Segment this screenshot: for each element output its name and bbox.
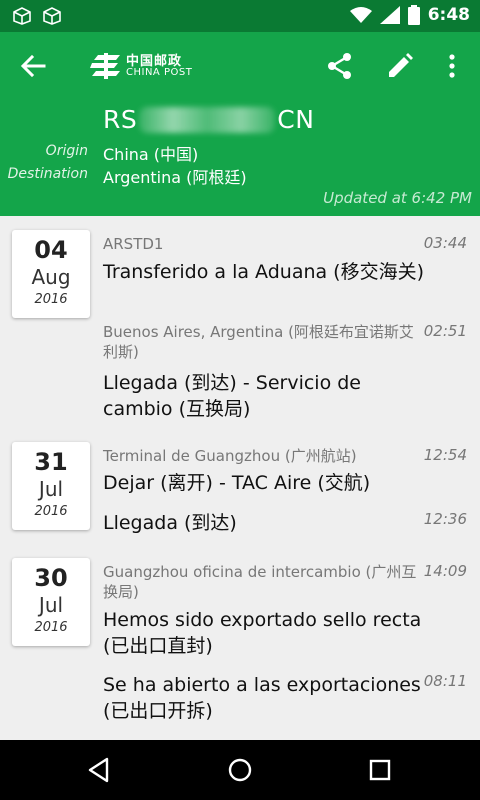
- tracking-event[interactable]: Buenos Aires, Argentina (阿根廷布宜诺斯艾利斯) Lle…: [103, 322, 473, 422]
- event-description: Llegada (到达): [103, 512, 237, 534]
- updated-timestamp: Updated at 6:42 PM: [323, 189, 472, 207]
- date-year: 2016: [34, 504, 68, 519]
- edit-pencil-icon[interactable]: [386, 52, 414, 80]
- event-time: 03:44: [423, 234, 467, 252]
- event-time: 12:54: [423, 446, 467, 464]
- event-description: Hemos sido exportado sello recta (已出口直封): [103, 609, 422, 657]
- event-description: Llegada (到达) - Servicio de cambio (互换局): [103, 372, 361, 420]
- date-day: 30: [34, 564, 68, 592]
- event-description: Dejar (离开) - TAC Aire (交航): [103, 472, 371, 494]
- more-vert-icon[interactable]: [438, 52, 466, 80]
- event-description: Se ha abierto a las exportaciones (已出口开拆…: [103, 674, 421, 722]
- event-description: Transferido a la Aduana (移交海关): [103, 261, 425, 283]
- date-card: 30 Jul 2016: [12, 558, 90, 646]
- status-bar: 6:48: [0, 0, 480, 32]
- package-notification-icon: [13, 7, 31, 25]
- event-location: Terminal de Guangzhou (广州航站): [103, 447, 357, 465]
- system-nav-bar: [0, 740, 480, 800]
- home-circle-icon[interactable]: [226, 756, 254, 784]
- back-arrow-icon[interactable]: [16, 50, 52, 82]
- date-day: 04: [34, 236, 68, 264]
- tracking-events-list[interactable]: 04 Aug 2016 ARSTD1 Transferido a la Adua…: [0, 216, 480, 740]
- back-triangle-icon[interactable]: [86, 756, 114, 784]
- logo-chinese-text: 中国邮政: [126, 53, 183, 69]
- tracking-event[interactable]: Llegada (到达) 12:36: [103, 510, 473, 536]
- recents-square-icon[interactable]: [366, 756, 394, 784]
- date-card: 31 Jul 2016: [12, 442, 90, 530]
- tracking-event[interactable]: ARSTD1 Transferido a la Aduana (移交海关) 03…: [103, 234, 473, 285]
- logo-english-text: CHINA POST: [126, 66, 193, 78]
- tracking-prefix: RS: [103, 105, 138, 134]
- package-header: 中国邮政 CHINA POST RS CN Origin China (中国) …: [0, 32, 480, 216]
- date-month: Aug: [31, 265, 71, 289]
- china-post-logo: 中国邮政 CHINA POST: [90, 50, 200, 82]
- tracking-number: RS CN: [103, 105, 314, 134]
- date-year: 2016: [34, 292, 68, 307]
- tracking-suffix: CN: [277, 105, 315, 134]
- status-time: 6:48: [427, 5, 470, 25]
- event-time: 12:36: [423, 510, 467, 528]
- destination-label: Destination: [7, 166, 88, 182]
- origin-value: China (中国): [103, 145, 199, 164]
- tracking-event[interactable]: Se ha abierto a las exportaciones (已出口开拆…: [103, 672, 473, 724]
- signal-icon: [379, 6, 400, 24]
- event-location: Buenos Aires, Argentina (阿根廷布宜诺斯艾利斯): [103, 323, 414, 361]
- destination-value: Argentina (阿根廷): [103, 168, 247, 187]
- event-time: 08:11: [423, 672, 467, 690]
- event-location: ARSTD1: [103, 235, 164, 253]
- event-time: 02:51: [423, 322, 467, 340]
- date-year: 2016: [34, 620, 68, 635]
- wifi-icon: [349, 7, 372, 23]
- event-time: 14:09: [423, 562, 467, 580]
- toolbar: 中国邮政 CHINA POST: [0, 32, 480, 100]
- origin-label: Origin: [45, 143, 88, 159]
- china-post-emblem-icon: [90, 53, 120, 79]
- date-month: Jul: [38, 593, 64, 617]
- share-icon[interactable]: [326, 52, 354, 80]
- event-location: Guangzhou oficina de intercambio (广州互换局): [103, 563, 417, 601]
- battery-icon: [407, 5, 420, 25]
- date-card: 04 Aug 2016: [12, 230, 90, 318]
- date-month: Jul: [38, 477, 64, 501]
- tracking-redacted: [139, 106, 276, 133]
- tracking-event[interactable]: Guangzhou oficina de intercambio (广州互换局)…: [103, 562, 473, 659]
- tracking-event[interactable]: Terminal de Guangzhou (广州航站) Dejar (离开) …: [103, 446, 473, 496]
- package-notification-icon: [43, 7, 61, 25]
- date-day: 31: [34, 448, 68, 476]
